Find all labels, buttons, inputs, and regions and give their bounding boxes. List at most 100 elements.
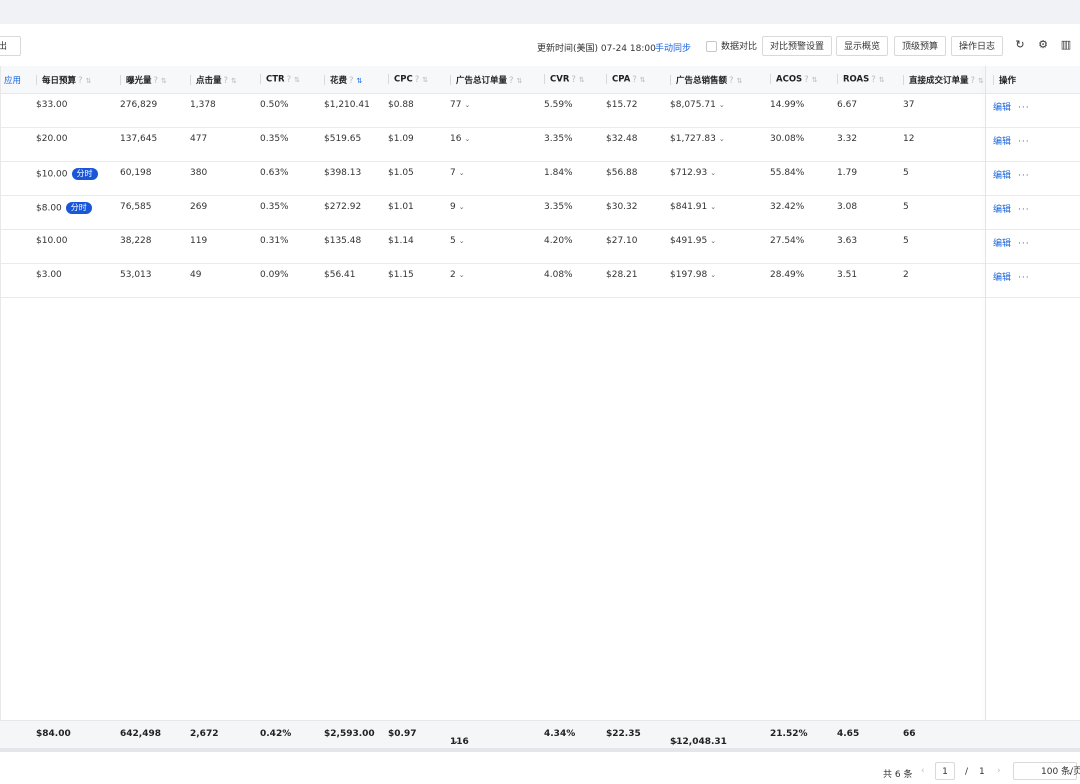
edit-link[interactable]: 编辑 bbox=[993, 273, 1011, 283]
header-orders-label: 广告总订单量 bbox=[456, 75, 508, 86]
sort-icon[interactable]: ⇅ bbox=[231, 77, 237, 85]
cell-ctr: 0.35% bbox=[254, 195, 318, 230]
cell-sales[interactable]: $712.93 ⌄ bbox=[664, 161, 764, 196]
more-actions-icon[interactable]: ··· bbox=[1018, 205, 1030, 215]
data-compare-checkbox[interactable] bbox=[706, 41, 717, 52]
sort-icon[interactable]: ⇅ bbox=[978, 77, 984, 85]
edit-link[interactable]: 编辑 bbox=[993, 137, 1011, 147]
sort-icon[interactable]: ⇅ bbox=[294, 76, 300, 84]
compare-alert-settings-button[interactable]: 对比预警设置 bbox=[762, 36, 833, 56]
next-page-icon[interactable]: › bbox=[997, 766, 1001, 776]
cell-impressions: 137,645 bbox=[114, 127, 184, 162]
header-ctr[interactable]: CTR? ⇅ bbox=[254, 66, 318, 94]
header-spend[interactable]: 花费? ⇅ bbox=[318, 66, 382, 94]
columns-icon[interactable]: ▥ bbox=[1059, 38, 1073, 52]
sort-icon[interactable]: ⇅ bbox=[879, 76, 885, 84]
cell-sales[interactable]: $491.95 ⌄ bbox=[664, 229, 764, 264]
sort-icon[interactable]: ⇅ bbox=[161, 77, 167, 85]
time-schedule-badge[interactable]: 分时 bbox=[71, 168, 98, 180]
sort-icon[interactable]: ⇅ bbox=[422, 76, 428, 84]
sort-desc-icon[interactable]: ⇅ bbox=[357, 77, 363, 85]
time-schedule-badge[interactable]: 分时 bbox=[65, 202, 92, 214]
settings-icon[interactable]: ⚙ bbox=[1036, 38, 1050, 52]
header-cpc[interactable]: CPC? ⇅ bbox=[382, 66, 444, 94]
cell-orders[interactable]: 2 ⌄ bbox=[444, 263, 538, 298]
cell-sales-value: $1,727.83 bbox=[670, 134, 716, 144]
page-size-select[interactable]: 100 条/页 ⌄ bbox=[1013, 762, 1080, 780]
header-impressions[interactable]: 曝光量? ⇅ bbox=[114, 66, 184, 94]
header-acos[interactable]: ACOS? ⇅ bbox=[764, 66, 831, 94]
more-actions-icon[interactable]: ··· bbox=[1018, 137, 1030, 147]
sort-icon[interactable]: ⇅ bbox=[640, 76, 646, 84]
more-actions-icon[interactable]: ··· bbox=[1018, 239, 1030, 249]
page-number-input[interactable]: 1 bbox=[935, 762, 955, 780]
more-actions-icon[interactable]: ··· bbox=[1018, 273, 1030, 283]
cell-ctr-value: 0.31% bbox=[260, 236, 289, 246]
help-icon: ? bbox=[632, 74, 637, 85]
cell-roas-value: 1.79 bbox=[837, 168, 858, 178]
edit-link[interactable]: 编辑 bbox=[993, 239, 1011, 249]
prev-page-icon[interactable]: ‹ bbox=[921, 766, 925, 776]
data-compare-label: 数据对比 bbox=[721, 42, 758, 52]
cell-impressions-value: 276,829 bbox=[120, 100, 158, 110]
cell-orders-value: 5 bbox=[450, 236, 456, 246]
header-clicks[interactable]: 点击量? ⇅ bbox=[184, 66, 254, 94]
horizontal-scrollbar[interactable] bbox=[0, 748, 1080, 752]
more-actions-icon[interactable]: ··· bbox=[1018, 103, 1030, 113]
cell-orders[interactable]: 77 ⌄ bbox=[444, 93, 538, 128]
data-compare-toggle[interactable]: 数据对比 bbox=[706, 39, 757, 52]
sort-icon[interactable]: ⇅ bbox=[86, 77, 92, 85]
cell-sales[interactable]: $197.98 ⌄ bbox=[664, 263, 764, 298]
cell-sales[interactable]: $8,075.71 ⌄ bbox=[664, 93, 764, 128]
cell-spend: $398.13 bbox=[318, 161, 382, 196]
cell-direct-orders: 2 bbox=[897, 263, 987, 298]
cell-orders[interactable]: 16 ⌄ bbox=[444, 127, 538, 162]
export-button[interactable]: 导出 bbox=[0, 36, 21, 56]
cell-cpc-value: $0.88 bbox=[388, 100, 414, 110]
header-orders[interactable]: 广告总订单量? ⇅ bbox=[444, 66, 538, 94]
header-cvr[interactable]: CVR? ⇅ bbox=[538, 66, 600, 94]
cell-orders[interactable]: 7 ⌄ bbox=[444, 161, 538, 196]
table-row: $20.00 137,645 477 0.35% $519.65 $1.09 16 ⌄ 3.35… bbox=[0, 127, 1080, 162]
cell-cvr-value: 4.08% bbox=[544, 270, 573, 280]
sort-icon[interactable]: ⇅ bbox=[737, 77, 743, 85]
header-direct-orders[interactable]: 直接成交订单量? ⇅ bbox=[897, 66, 987, 94]
header-roas-label: ROAS bbox=[843, 74, 870, 85]
header-roas[interactable]: ROAS? ⇅ bbox=[831, 66, 897, 94]
header-apply[interactable]: 应用 bbox=[0, 66, 30, 94]
help-icon: ? bbox=[349, 75, 354, 86]
refresh-icon[interactable]: ↻ bbox=[1013, 38, 1027, 52]
show-overview-button[interactable]: 显示概览 bbox=[836, 36, 889, 56]
cell-clicks: 269 bbox=[184, 195, 254, 230]
cell-budget: $8.00 分时 bbox=[30, 195, 114, 230]
edit-link[interactable]: 编辑 bbox=[993, 171, 1011, 181]
cell-roas: 3.51 bbox=[831, 263, 897, 298]
sort-icon[interactable]: ⇅ bbox=[517, 77, 523, 85]
sort-icon[interactable]: ⇅ bbox=[812, 76, 818, 84]
totals-row: $84.00 642,498 2,672 0.42% $2,593.00 $0.… bbox=[0, 720, 1080, 749]
more-actions-icon[interactable]: ··· bbox=[1018, 171, 1030, 181]
header-budget[interactable]: 每日预算? ⇅ bbox=[30, 66, 114, 94]
cell-sales[interactable]: $1,727.83 ⌄ bbox=[664, 127, 764, 162]
top-budget-button[interactable]: 顶级预算 bbox=[894, 36, 947, 56]
sort-icon[interactable]: ⇅ bbox=[579, 76, 585, 84]
cell-impressions: 60,198 bbox=[114, 161, 184, 196]
operation-log-button[interactable]: 操作日志 bbox=[951, 36, 1004, 56]
cell-spend: $272.92 bbox=[318, 195, 382, 230]
cell-impressions: 76,585 bbox=[114, 195, 184, 230]
header-sales[interactable]: 广告总销售额? ⇅ bbox=[664, 66, 764, 94]
header-cpa[interactable]: CPA? ⇅ bbox=[600, 66, 664, 94]
edit-link[interactable]: 编辑 bbox=[993, 103, 1011, 113]
cell-clicks: 477 bbox=[184, 127, 254, 162]
cell-actions: 编辑 ··· bbox=[987, 127, 1080, 162]
cell-sales[interactable]: $841.91 ⌄ bbox=[664, 195, 764, 230]
cell-orders[interactable]: 5 ⌄ bbox=[444, 229, 538, 264]
cell-budget-value: $3.00 bbox=[36, 270, 62, 280]
pagination-separator: / bbox=[965, 767, 969, 777]
cell-spend: $135.48 bbox=[318, 229, 382, 264]
cell-impressions-value: 76,585 bbox=[120, 202, 152, 212]
edit-link[interactable]: 编辑 bbox=[993, 205, 1011, 215]
cell-cvr: 5.59% bbox=[538, 93, 600, 128]
manual-sync-link[interactable]: 手动同步 bbox=[655, 41, 691, 54]
cell-orders[interactable]: 9 ⌄ bbox=[444, 195, 538, 230]
